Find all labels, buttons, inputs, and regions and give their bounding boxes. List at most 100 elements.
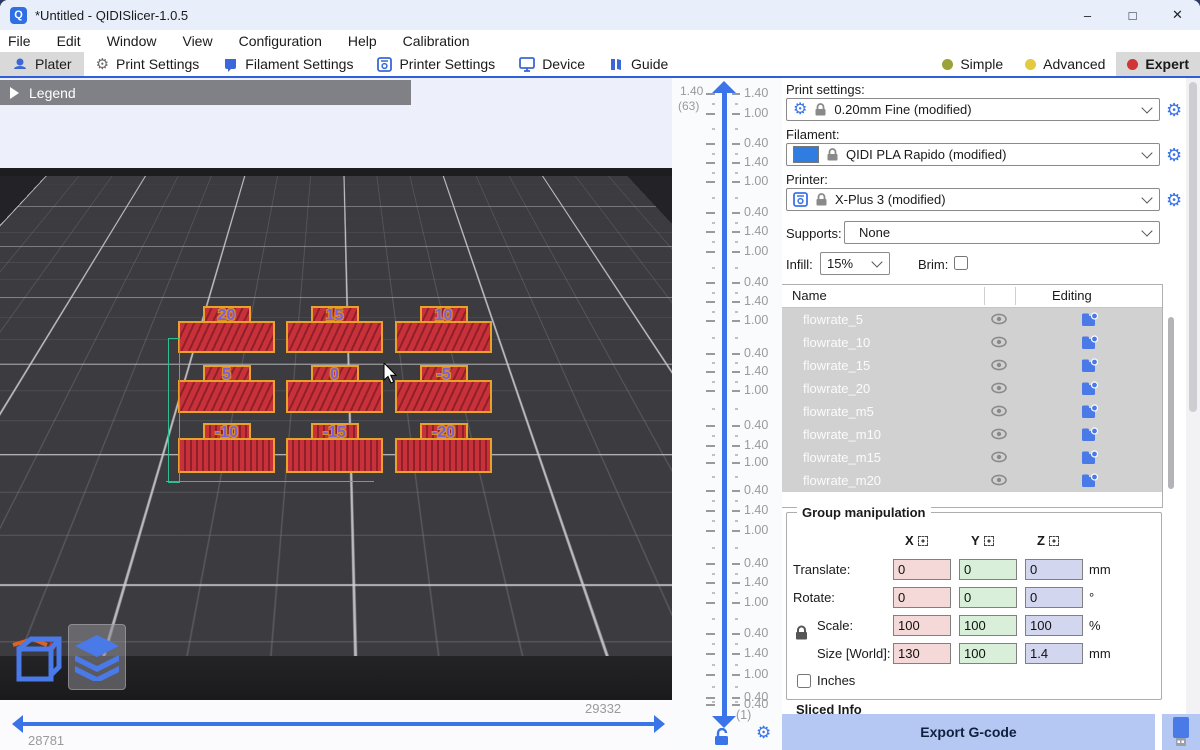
filament-combo[interactable]: QIDI PLA Rapido (modified) <box>786 143 1160 166</box>
mode-expert[interactable]: Expert <box>1116 52 1200 76</box>
layer-editing-icon[interactable] <box>1081 312 1098 327</box>
moves-slider-track[interactable] <box>18 722 663 726</box>
tab-guide[interactable]: Guide <box>597 52 680 76</box>
mode-simple[interactable]: Simple <box>931 52 1014 76</box>
layer-editing-icon[interactable] <box>1081 473 1098 488</box>
mode-advanced[interactable]: Advanced <box>1014 52 1116 76</box>
visibility-toggle[interactable] <box>991 358 1007 377</box>
flowrate-patch[interactable] <box>178 438 275 473</box>
layer-editing-icon[interactable] <box>1081 381 1098 396</box>
flowrate-patch[interactable] <box>178 380 275 413</box>
eye-icon[interactable] <box>991 427 1007 441</box>
moves-slider-right-handle[interactable] <box>654 715 665 733</box>
layer-slider-top-handle[interactable] <box>712 81 736 93</box>
gm-input-y[interactable] <box>959 615 1017 636</box>
printer-gear-button[interactable]: ⚙ <box>1166 191 1182 209</box>
flowrate-patch[interactable] <box>178 321 275 353</box>
close-button[interactable]: ✕ <box>1155 0 1200 30</box>
editing-button[interactable] <box>1081 335 1098 355</box>
gm-input-x[interactable] <box>893 587 951 608</box>
inches-checkbox[interactable] <box>797 674 811 688</box>
object-list-row[interactable]: flowrate_5 <box>782 308 1162 331</box>
flowrate-patch[interactable] <box>286 380 383 413</box>
object-list-scrollbar[interactable] <box>1168 317 1174 489</box>
gm-input-x[interactable] <box>893 615 951 636</box>
object-list-row[interactable]: flowrate_20 <box>782 377 1162 400</box>
flowrate-patch[interactable] <box>395 321 492 353</box>
flowrate-patch[interactable] <box>286 438 383 473</box>
layer-slider-bottom-handle[interactable] <box>712 716 736 728</box>
brim-checkbox[interactable] <box>954 256 968 270</box>
layer-editing-icon[interactable] <box>1081 450 1098 465</box>
menu-calibration[interactable]: Calibration <box>403 33 470 49</box>
visibility-toggle[interactable] <box>991 335 1007 354</box>
visibility-toggle[interactable] <box>991 312 1007 331</box>
flowrate-patch[interactable] <box>395 380 492 413</box>
panel-scrollbar-thumb[interactable] <box>1189 82 1197 412</box>
menu-help[interactable]: Help <box>348 33 377 49</box>
visibility-toggle[interactable] <box>991 404 1007 423</box>
gm-input-y[interactable] <box>959 643 1017 664</box>
gm-input-z[interactable] <box>1025 615 1083 636</box>
panel-scrollbar[interactable] <box>1186 78 1200 714</box>
layer-editing-icon[interactable] <box>1081 427 1098 442</box>
editor-view-button[interactable] <box>6 624 64 690</box>
maximize-button[interactable]: □ <box>1110 0 1155 30</box>
object-list-row[interactable]: flowrate_m10 <box>782 423 1162 446</box>
visibility-toggle[interactable] <box>991 381 1007 400</box>
eye-icon[interactable] <box>991 381 1007 395</box>
export-gcode-button[interactable]: Export G-code <box>782 714 1155 750</box>
menu-window[interactable]: Window <box>107 33 157 49</box>
object-list-row[interactable]: flowrate_m15 <box>782 446 1162 469</box>
eye-icon[interactable] <box>991 473 1007 487</box>
visibility-toggle[interactable] <box>991 473 1007 492</box>
printer-combo[interactable]: X-Plus 3 (modified) <box>786 188 1160 211</box>
tab-print-settings[interactable]: ⚙Print Settings <box>84 52 212 76</box>
layer-editing-icon[interactable] <box>1081 335 1098 350</box>
supports-combo[interactable]: None <box>844 221 1160 244</box>
layer-editing-icon[interactable] <box>1081 358 1098 373</box>
tab-device[interactable]: Device <box>507 52 597 76</box>
visibility-toggle[interactable] <box>991 450 1007 469</box>
uniform-scale-lock-icon[interactable] <box>795 625 808 645</box>
eye-icon[interactable] <box>991 404 1007 418</box>
legend-collapsible-bar[interactable]: Legend <box>0 80 411 105</box>
visibility-toggle[interactable] <box>991 427 1007 446</box>
preview-view-button[interactable] <box>68 624 126 690</box>
flowrate-patch[interactable] <box>395 438 492 473</box>
eye-icon[interactable] <box>991 335 1007 349</box>
object-list-row[interactable]: flowrate_m20 <box>782 469 1162 492</box>
tab-printer-settings[interactable]: Printer Settings <box>365 52 507 76</box>
print-settings-gear-button[interactable]: ⚙ <box>1166 101 1182 119</box>
menu-edit[interactable]: Edit <box>57 33 81 49</box>
eye-icon[interactable] <box>991 450 1007 464</box>
object-list-row[interactable]: flowrate_m5 <box>782 400 1162 423</box>
tab-filament-settings[interactable]: Filament Settings <box>211 52 365 76</box>
editing-button[interactable] <box>1081 312 1098 332</box>
gm-input-y[interactable] <box>959 587 1017 608</box>
minimize-button[interactable]: – <box>1065 0 1110 30</box>
layer-slider-unlock-icon[interactable] <box>714 728 729 750</box>
editing-button[interactable] <box>1081 473 1098 493</box>
layer-slider-gear-icon[interactable]: ⚙ <box>756 724 771 741</box>
viewport-3d[interactable]: 20151050-5-10-15-20 <box>0 78 782 750</box>
eye-icon[interactable] <box>991 358 1007 372</box>
layer-slider-track[interactable] <box>722 92 727 718</box>
infill-combo[interactable]: 15% <box>820 252 890 275</box>
gm-input-z[interactable] <box>1025 559 1083 580</box>
editing-button[interactable] <box>1081 450 1098 470</box>
object-list-row[interactable]: flowrate_15 <box>782 354 1162 377</box>
gm-input-x[interactable] <box>893 643 951 664</box>
moves-slider-left-handle[interactable] <box>12 715 23 733</box>
gm-input-y[interactable] <box>959 559 1017 580</box>
object-list-row[interactable]: flowrate_10 <box>782 331 1162 354</box>
menu-configuration[interactable]: Configuration <box>239 33 322 49</box>
menu-file[interactable]: File <box>8 33 31 49</box>
editing-button[interactable] <box>1081 358 1098 378</box>
flowrate-patch[interactable] <box>286 321 383 353</box>
editing-button[interactable] <box>1081 381 1098 401</box>
filament-gear-button[interactable]: ⚙ <box>1166 146 1182 164</box>
gm-input-z[interactable] <box>1025 587 1083 608</box>
layer-editing-icon[interactable] <box>1081 404 1098 419</box>
eye-icon[interactable] <box>991 312 1007 326</box>
